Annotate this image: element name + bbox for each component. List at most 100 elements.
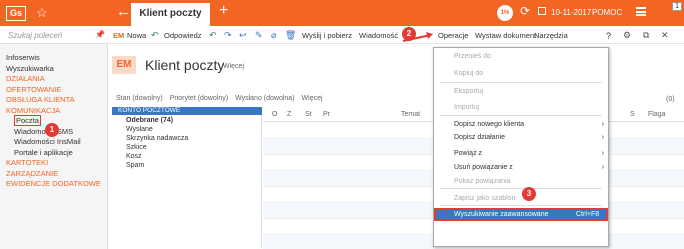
column-header[interactable]: S [630, 111, 635, 118]
attach-icon[interactable]: ⌀ [271, 30, 276, 41]
calendar-icon [538, 7, 546, 15]
sidebar-item-label: OBSŁUGA KLIENTA [6, 95, 75, 104]
sidebar-item-label: Wiadomości InsMail [14, 137, 81, 146]
sidebar-item-ewidencje-dodatkowe[interactable]: EWIDENCJE DODATKOWE [6, 179, 101, 190]
filter-0[interactable]: Stan (dowolny) [116, 95, 163, 102]
callout-3: 3 [522, 187, 536, 201]
sidebar-item-ofertowanie[interactable]: OFERTOWANIE [6, 85, 101, 96]
sidebar-item-label: KARTOTEKI [6, 158, 49, 167]
hamburger-menu-icon[interactable] [636, 7, 646, 16]
issue-document-button[interactable]: Wystaw dokument [475, 31, 536, 40]
folder-item[interactable]: Skrzynka nadawcza [126, 135, 188, 142]
filter-3[interactable]: Więcej [302, 95, 323, 102]
sidebar-item-label: EWIDENCJE DODATKOWE [6, 179, 101, 188]
operations-dropdown: Przenieś do Kopiuj do Eksportuj Importuj Dop… [433, 47, 609, 247]
app-logo[interactable]: Gs [6, 6, 26, 21]
corner-marker: 1 [672, 2, 682, 11]
menu-item-label: Dopisz nowego klienta [454, 121, 525, 128]
star-icon[interactable]: ☆ [36, 5, 48, 21]
reply-icon[interactable]: ↶ [151, 30, 159, 41]
forward-icon[interactable]: ↷ [224, 30, 232, 41]
filter-2[interactable]: Wysłano (dowolna) [235, 95, 294, 102]
menu-item-usu-powi-zanie-z[interactable]: Usuń powiązanie z › [434, 161, 608, 175]
filter-1[interactable]: Priorytet (dowolny) [170, 95, 228, 102]
sidebar-item-label: KOMUNIKACJA [6, 105, 61, 115]
sidebar-item-label: ZARZĄDZANIE [6, 168, 59, 178]
tree-header[interactable]: KONTO POCZTOWE [112, 107, 262, 115]
folder-tree: KONTO POCZTOWE Odebrane (74) Wysłane Skrzy… [112, 107, 262, 247]
folder-item[interactable]: Spam [126, 162, 144, 169]
chevron-right-icon: › [601, 164, 604, 171]
column-header[interactable]: Pr [323, 111, 330, 118]
column-header[interactable]: Temat [401, 111, 420, 118]
sidebar-item-wiadomo-ci-insmail[interactable]: Wiadomości InsMail [6, 137, 101, 148]
folder-item[interactable]: Szkice [126, 144, 147, 151]
sync-icon[interactable]: ⟳ [520, 4, 530, 18]
sidebar-item-obs-uga-klienta[interactable]: OBSŁUGA KLIENTA [6, 95, 101, 106]
new-button[interactable]: Nowa [127, 31, 146, 40]
menu-item-dopisz-nowego-klienta[interactable]: Dopisz nowego klienta › [434, 118, 608, 132]
folder-item[interactable]: Odebrane (74) [126, 117, 173, 124]
tools-menu[interactable]: Narzędzia [534, 31, 568, 40]
sidebar-item-label: Poczta [14, 115, 41, 126]
menu-item-label: Powiąż z [454, 150, 483, 157]
back-arrow-icon[interactable]: ← [116, 3, 131, 20]
menu-item-label: Pokaż powiązania [454, 178, 511, 185]
operations-menu[interactable]: Operacje [438, 31, 468, 40]
menu-item-label: Przenieś do [454, 53, 491, 60]
menu-item-label: Dopisz działanie [454, 134, 505, 141]
close-icon[interactable]: ✕ [661, 30, 669, 41]
reply-button[interactable]: Odpowiedz [164, 31, 202, 40]
command-search[interactable]: Szukaj poleceń 📌 [0, 26, 108, 44]
redirect-icon[interactable]: ↩ [239, 30, 247, 41]
menu-item-przenie-do[interactable]: Przenieś do [434, 50, 608, 64]
menu-item-kopiuj-do[interactable]: Kopiuj do [434, 67, 608, 81]
reply-all-icon[interactable]: ↶ [209, 30, 217, 41]
sidebar-item-infoserwis[interactable]: Infoserwis [6, 53, 101, 64]
gear-icon[interactable]: ⚙ [623, 30, 631, 41]
menu-separator [440, 115, 602, 116]
sidebar-item-label: DZIAŁANIA [6, 74, 45, 83]
tab-klient-poczty[interactable]: Klient poczty [131, 3, 210, 26]
menu-separator [440, 82, 602, 83]
menu-item-label: Usuń powiązanie z [454, 164, 513, 171]
menu-item-importuj[interactable]: Importuj [434, 101, 608, 115]
menu-item-eksportuj[interactable]: Eksportuj [434, 85, 608, 99]
edit-icon[interactable]: ✎ [255, 30, 263, 41]
column-header[interactable]: St [305, 111, 312, 118]
page-title: Klient poczty [145, 57, 225, 73]
help-link[interactable]: POMOC [592, 8, 622, 17]
menu-item-dopisz-dzia-anie[interactable]: Dopisz działanie › [434, 131, 608, 145]
sidebar-item-zarz-dzanie[interactable]: ZARZĄDZANIE [6, 169, 101, 180]
menu-item-wyszukiwanie-zaawansowane[interactable]: Wyszukiwanie zaawansowane Ctrl+F8 [434, 208, 608, 221]
sidebar-nav: Infoserwis Wyszukiwarka DZIAŁANIA OFERTOWAN… [6, 53, 101, 190]
column-header[interactable]: Flaga [648, 111, 666, 118]
chevron-right-icon: › [601, 121, 604, 128]
chevron-right-icon: › [601, 134, 604, 141]
callout-arrow [402, 32, 433, 42]
title-more-link[interactable]: Więcej [223, 63, 244, 70]
item-count: (0) [666, 96, 675, 103]
sidebar-item-wyszukiwarka[interactable]: Wyszukiwarka [6, 64, 101, 75]
popout-icon[interactable]: ⧉ [643, 30, 649, 41]
folder-item[interactable]: Wysłane [126, 126, 153, 133]
new-tab-icon[interactable]: + [219, 2, 228, 20]
column-header[interactable]: Z [287, 111, 291, 118]
menu-item-poka-powi-zania[interactable]: Pokaż powiązania [434, 175, 608, 189]
delete-icon[interactable]: 🗑 [285, 30, 296, 41]
menu-item-powi-z[interactable]: Powiąż z › [434, 147, 608, 161]
help-icon[interactable]: ? [606, 31, 611, 41]
message-menu[interactable]: Wiadomość [359, 31, 398, 40]
search-placeholder[interactable]: Szukaj poleceń [8, 31, 62, 40]
menu-item-label: Wyszukiwanie zaawansowane [454, 211, 549, 218]
shortcut-label: Ctrl+F8 [576, 211, 600, 218]
sidebar-item-kartoteki[interactable]: KARTOTEKI [6, 158, 101, 169]
menu-item-zapisz-jako-szablon[interactable]: Zapisz jako szablon [434, 192, 608, 206]
sidebar-item-portale-i-aplikacje[interactable]: Portale i aplikacje [6, 148, 101, 159]
pin-icon[interactable]: 📌 [95, 30, 105, 39]
send-receive-button[interactable]: Wyślij i pobierz [302, 31, 352, 40]
folder-item[interactable]: Kosz [126, 153, 142, 160]
column-header[interactable]: O [272, 111, 277, 118]
percent-badge[interactable]: 1% [497, 5, 513, 21]
sidebar-item-dzia-ania[interactable]: DZIAŁANIA [6, 74, 101, 85]
